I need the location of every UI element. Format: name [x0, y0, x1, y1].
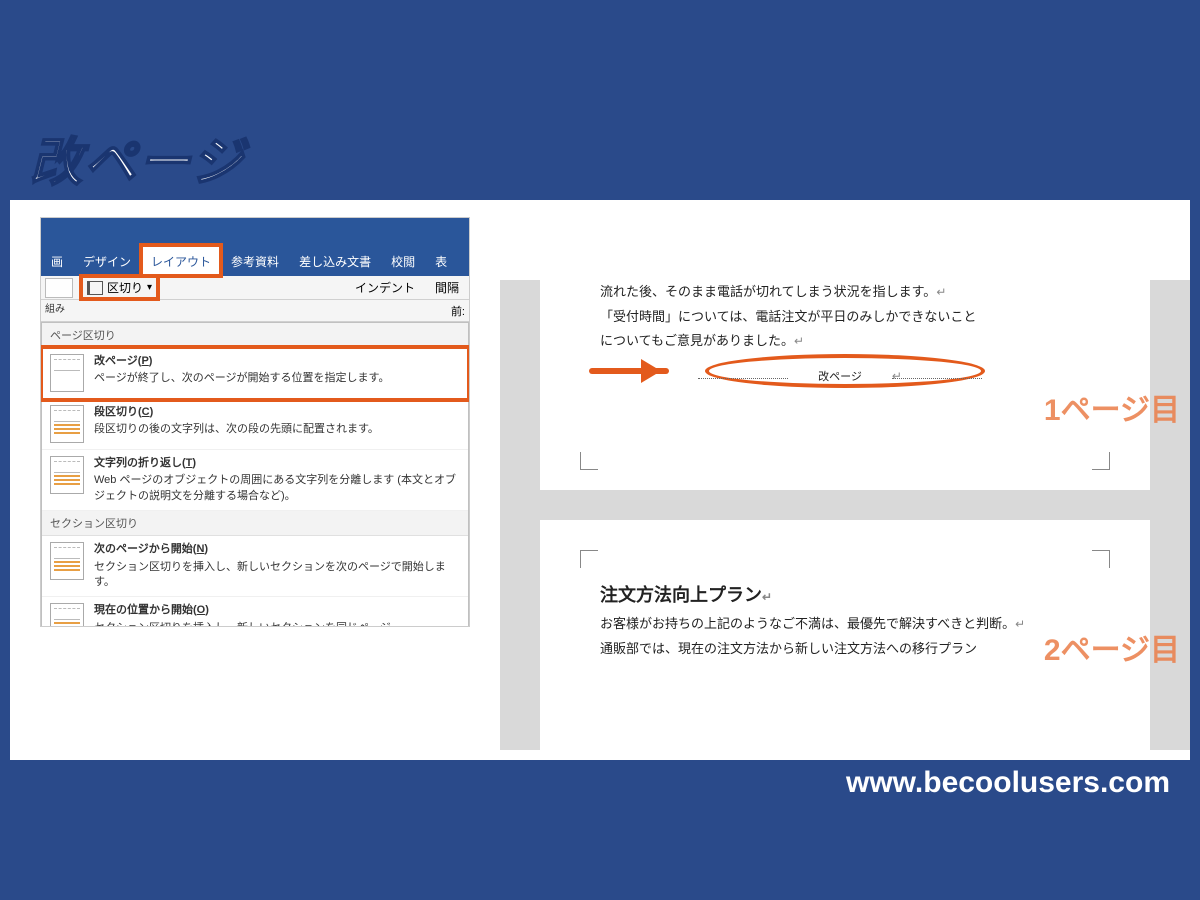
- margins-icon[interactable]: [45, 278, 73, 298]
- page-title: 改ページ: [30, 120, 245, 195]
- page-corner-icon: [580, 452, 598, 470]
- body-text: お客様がお持ちの上記のようなご不満は、最優先で解決すべきと判断。↵: [600, 612, 1090, 637]
- breaks-dropdown: ページ区切り 改ページ(P) ページが終了し、次のページが開始する位置を指定しま…: [41, 322, 469, 627]
- next-page-icon: [50, 542, 84, 580]
- page-break-label: 改ページ: [788, 367, 892, 388]
- indent-label: インデント: [345, 279, 425, 296]
- menu-item-column-break[interactable]: 段区切り(C) 段区切りの後の文字列は、次の段の先頭に配置されます。: [42, 399, 468, 450]
- body-text: 通販部では、現在の注文方法から新しい注文方法への移行プラン: [600, 637, 1090, 662]
- annotation-page1-label: 1ページ目: [1044, 385, 1180, 429]
- menu-item-text: 現在の位置から開始(O) セクション区切りを挿入し、新しいセクションを同じページ: [94, 603, 391, 627]
- toolbar-row: 区切り ▾ インデント 間隔: [41, 276, 469, 300]
- continuous-icon: [50, 603, 84, 627]
- chevron-down-icon: ▾: [147, 282, 152, 293]
- tab-review[interactable]: 校閲: [381, 245, 425, 276]
- menu-group-section-breaks: セクション区切り: [42, 511, 468, 536]
- document-panel: 流れた後、そのまま電話が切れてしまう状況を指します。↵ 「受付時間」については、…: [500, 280, 1190, 750]
- menu-item-text: 段区切り(C) 段区切りの後の文字列は、次の段の先頭に配置されます。: [94, 405, 379, 443]
- annotation-arrow-icon: [589, 368, 669, 374]
- ribbon-tabs: 画 デザイン レイアウト 参考資料 差し込み文書 校閲 表: [41, 245, 457, 276]
- page-corner-icon: [1092, 550, 1110, 568]
- tab-table[interactable]: 表: [425, 245, 457, 276]
- ribbon-header: 画 デザイン レイアウト 参考資料 差し込み文書 校閲 表: [41, 218, 469, 276]
- menu-group-page-breaks: ページ区切り: [42, 323, 468, 348]
- annotation-page2-label: 2ページ目: [1044, 625, 1180, 669]
- tab-mailings[interactable]: 差し込み文書: [289, 245, 381, 276]
- column-break-icon: [50, 405, 84, 443]
- tab-references[interactable]: 参考資料: [221, 245, 289, 276]
- menu-item-text-wrapping[interactable]: 文字列の折り返し(T) Web ページのオブジェクトの周囲にある文字列を分離しま…: [42, 450, 468, 511]
- page-corner-icon: [1092, 452, 1110, 470]
- tab-design[interactable]: デザイン: [73, 245, 141, 276]
- document-heading: 注文方法向上プラン↵: [600, 578, 1090, 612]
- breaks-icon: [87, 281, 103, 295]
- before-label: 前:: [451, 303, 465, 319]
- breaks-button[interactable]: 区切り ▾: [79, 274, 160, 301]
- toolbar-subrow: 組み 前:: [41, 300, 469, 322]
- page-break-marker: 改ページ↵: [600, 364, 1090, 389]
- body-text: 流れた後、そのまま電話が切れてしまう状況を指します。↵: [600, 280, 1090, 305]
- menu-item-next-page[interactable]: 次のページから開始(N) セクション区切りを挿入し、新しいセクションを次のページ…: [42, 536, 468, 597]
- site-url: www.becoolusers.com: [846, 766, 1170, 800]
- page-break-icon: [50, 354, 84, 392]
- content-canvas: 画 デザイン レイアウト 参考資料 差し込み文書 校閲 表 区切り ▾ インデン…: [10, 200, 1190, 760]
- menu-item-text: 改ページ(P) ページが終了し、次のページが開始する位置を指定します。: [94, 354, 389, 392]
- spacing-label: 間隔: [425, 279, 469, 296]
- menu-item-text: 次のページから開始(N) セクション区切りを挿入し、新しいセクションを次のページ…: [94, 542, 460, 590]
- body-text: 「受付時間」については、電話注文が平日のみしかできないこと: [600, 305, 1090, 330]
- menu-item-continuous[interactable]: 現在の位置から開始(O) セクション区切りを挿入し、新しいセクションを同じページ: [42, 597, 468, 627]
- tab-layout[interactable]: レイアウト: [141, 245, 221, 276]
- kumi-label: 組み: [45, 300, 65, 315]
- ribbon-panel: 画 デザイン レイアウト 参考資料 差し込み文書 校閲 表 区切り ▾ インデン…: [40, 217, 470, 627]
- tab-picture[interactable]: 画: [41, 245, 73, 276]
- breaks-label: 区切り: [107, 279, 143, 296]
- body-text: についてもご意見がありました。↵: [600, 329, 1090, 354]
- menu-item-page-break[interactable]: 改ページ(P) ページが終了し、次のページが開始する位置を指定します。: [42, 348, 468, 399]
- text-wrap-icon: [50, 456, 84, 494]
- page-corner-icon: [580, 550, 598, 568]
- menu-item-text: 文字列の折り返し(T) Web ページのオブジェクトの周囲にある文字列を分離しま…: [94, 456, 460, 504]
